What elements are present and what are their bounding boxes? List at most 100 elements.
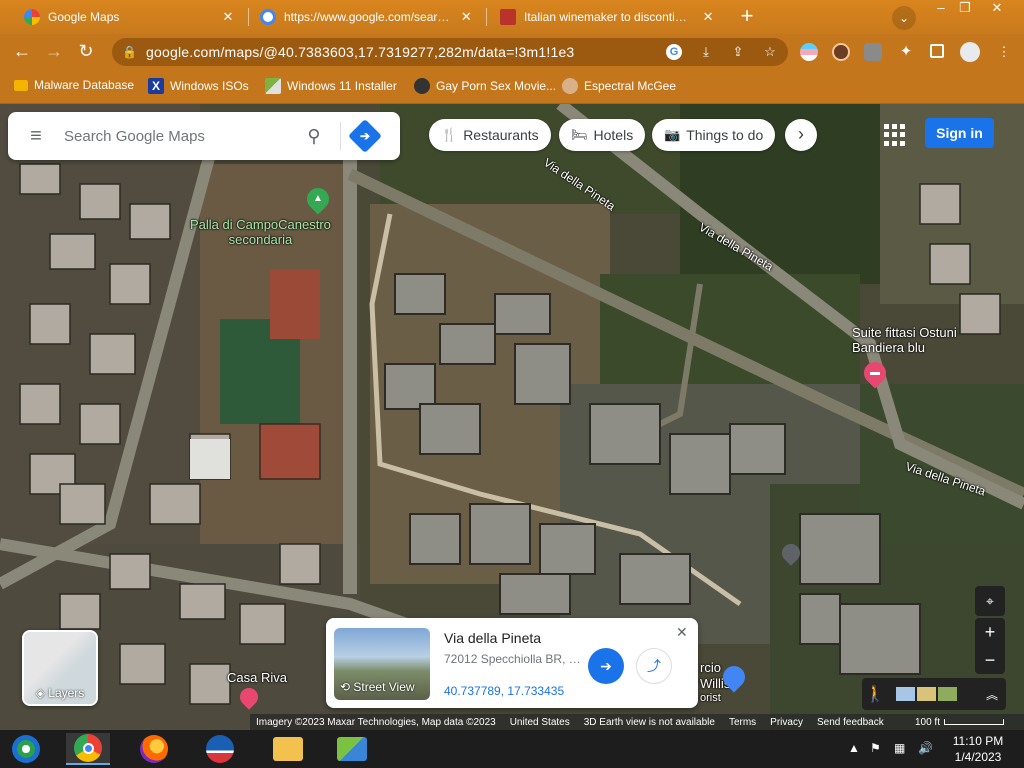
- my-location-button[interactable]: ⌖: [975, 586, 1005, 616]
- clock-time: 11:10 PM: [952, 734, 1004, 748]
- chip-restaurants[interactable]: 🍴 Restaurants: [429, 119, 551, 151]
- zoom-in-button[interactable]: +: [975, 618, 1005, 646]
- search-input[interactable]: [64, 127, 294, 145]
- system-clock[interactable]: 11:10 PM 1/4/2023: [940, 733, 1016, 765]
- chip-hotels[interactable]: 🛏 Hotels: [559, 119, 646, 151]
- bookmark-star-icon[interactable]: ☆: [762, 44, 778, 60]
- news-favicon: [500, 9, 516, 25]
- bookmark-label: Gay Porn Sex Movie...: [436, 79, 557, 93]
- share-icon[interactable]: ⇪: [730, 44, 746, 60]
- reload-button[interactable]: ↻: [74, 40, 98, 64]
- place-label-partial[interactable]: rcio: [700, 660, 721, 675]
- close-icon[interactable]: ✕: [700, 9, 716, 25]
- new-tab-button[interactable]: +: [734, 5, 760, 29]
- tab-title: https://www.google.com/search?: [284, 10, 451, 24]
- file-explorer-icon[interactable]: [266, 733, 310, 765]
- country-link[interactable]: United States: [510, 717, 570, 728]
- close-card-icon[interactable]: ✕: [676, 624, 688, 641]
- chip-things-to-do[interactable]: 📷 Things to do: [652, 119, 776, 151]
- bookmark-label: Espectral McGee: [584, 79, 677, 93]
- url-text[interactable]: google.com/maps/@40.7383603,17.7319277,2…: [146, 44, 574, 60]
- imagery-thumbnails: [896, 687, 957, 701]
- tab-search-button[interactable]: ⌄: [892, 6, 916, 30]
- chrome-icon[interactable]: [66, 733, 110, 765]
- flag-extension-icon[interactable]: [800, 43, 818, 61]
- network-icon[interactable]: [330, 733, 374, 765]
- imagery-thumb[interactable]: [938, 687, 957, 701]
- place-label-partial[interactable]: orist: [700, 692, 721, 704]
- hamburger-menu-icon[interactable]: ≡: [8, 125, 64, 148]
- street-view-label: ⟲ Street View: [340, 680, 415, 694]
- tab-google-maps[interactable]: Google Maps ✕: [14, 0, 246, 34]
- bookmark-windows-11-installer[interactable]: Windows 11 Installer: [265, 78, 397, 94]
- expand-chevron-icon[interactable]: ︽: [986, 686, 998, 703]
- hotel-pin-icon[interactable]: ▬: [859, 357, 891, 389]
- sign-in-button[interactable]: Sign in: [925, 118, 994, 148]
- pegman-icon[interactable]: 🚶: [862, 684, 888, 704]
- close-icon[interactable]: ✕: [459, 9, 474, 25]
- place-label-palla-campocanestro[interactable]: Palla di CampoCanestro secondaria: [190, 217, 331, 247]
- forward-button[interactable]: →: [42, 40, 66, 64]
- place-label-casa-riva[interactable]: Casa Riva: [227, 670, 287, 685]
- puzzle-extensions-icon[interactable]: ✦: [898, 44, 914, 60]
- kebab-menu-icon[interactable]: ⋮: [996, 44, 1012, 60]
- bed-icon: 🛏: [571, 127, 588, 142]
- flag-icon[interactable]: ⚑: [870, 741, 881, 755]
- layers-label: ◈ Layers: [35, 686, 85, 700]
- google-maps-favicon: [24, 9, 40, 25]
- satellite-map[interactable]: Via della Pineta Via della Pineta Via de…: [0, 104, 1024, 730]
- chip-label: Hotels: [593, 127, 634, 143]
- close-icon[interactable]: ✕: [220, 9, 236, 25]
- privacy-link[interactable]: Privacy: [770, 717, 803, 728]
- chip-label: Things to do: [686, 127, 764, 143]
- restore-button[interactable]: ❐: [950, 0, 980, 18]
- windows-taskbar: ▲ ⚑ ▦ 🔊 11:10 PM 1/4/2023: [0, 730, 1024, 768]
- globe-icon: [414, 78, 430, 94]
- imagery-thumb[interactable]: [917, 687, 936, 701]
- zoom-out-button[interactable]: −: [975, 646, 1005, 674]
- layers-button[interactable]: ◈ Layers: [22, 630, 98, 706]
- close-window-button[interactable]: ✕: [982, 0, 1012, 18]
- chips-next-button[interactable]: ›: [785, 119, 817, 151]
- bookmark-windows-isos[interactable]: X Windows ISOs: [148, 78, 249, 94]
- directions-icon[interactable]: ➔: [348, 119, 382, 153]
- tab-strip: Google Maps ✕ https://www.google.com/sea…: [0, 0, 1024, 34]
- network-tray-icon[interactable]: ▦: [894, 741, 905, 755]
- address-bar[interactable]: 🔒 google.com/maps/@40.7383603,17.7319277…: [112, 38, 788, 66]
- place-info-card[interactable]: ⟲ Street View Via della Pineta 72012 Spe…: [326, 618, 698, 708]
- windows-media-center-icon[interactable]: [4, 733, 48, 765]
- imagery-thumb[interactable]: [896, 687, 915, 701]
- show-hidden-icons-icon[interactable]: ▲: [848, 741, 860, 755]
- back-button[interactable]: ←: [10, 40, 34, 64]
- avatar-extension-icon[interactable]: [832, 43, 850, 61]
- tab-news-article[interactable]: Italian winemaker to discontinue ✕: [490, 0, 726, 34]
- search-icon[interactable]: ⚲: [294, 126, 334, 147]
- attraction-pin-icon[interactable]: ▲: [302, 183, 334, 215]
- tools-extension-icon[interactable]: [864, 43, 882, 61]
- place-coordinates[interactable]: 40.737789, 17.733435: [444, 684, 564, 698]
- earth-view-note: 3D Earth view is not available: [583, 716, 715, 728]
- obama-logo-icon[interactable]: [198, 733, 242, 765]
- profile-avatar-icon[interactable]: [960, 42, 980, 62]
- google-apps-icon[interactable]: [884, 124, 906, 146]
- avatar-icon: [562, 78, 578, 94]
- bookmark-globe-site[interactable]: Gay Porn Sex Movie...: [414, 78, 556, 94]
- volume-icon[interactable]: 🔊: [918, 741, 933, 755]
- directions-button[interactable]: ➔: [588, 648, 624, 684]
- firefox-icon[interactable]: [132, 733, 176, 765]
- street-view-thumbnail[interactable]: ⟲ Street View: [334, 628, 430, 700]
- feedback-link[interactable]: Send feedback: [817, 717, 884, 728]
- share-button[interactable]: ⤴: [636, 648, 672, 684]
- bookmark-espectral-mcgee[interactable]: Espectral McGee: [562, 78, 676, 94]
- terms-link[interactable]: Terms: [729, 717, 756, 728]
- tab-google-search[interactable]: https://www.google.com/search? ✕: [250, 0, 484, 34]
- scale-bar[interactable]: 100 ft: [915, 717, 1004, 728]
- fork-knife-icon: 🍴: [441, 127, 458, 142]
- install-app-icon[interactable]: ⤓: [698, 44, 714, 60]
- place-address: 72012 Specchiolla BR, It...: [444, 652, 584, 666]
- bookmark-malware-database[interactable]: Malware Database: [14, 78, 134, 92]
- place-label-suite-fittasi[interactable]: Suite fittasi Ostuni Bandiera blu: [852, 325, 957, 355]
- tab-title: Google Maps: [48, 10, 120, 24]
- google-lens-icon[interactable]: G: [666, 44, 682, 60]
- side-panel-icon[interactable]: [930, 44, 944, 58]
